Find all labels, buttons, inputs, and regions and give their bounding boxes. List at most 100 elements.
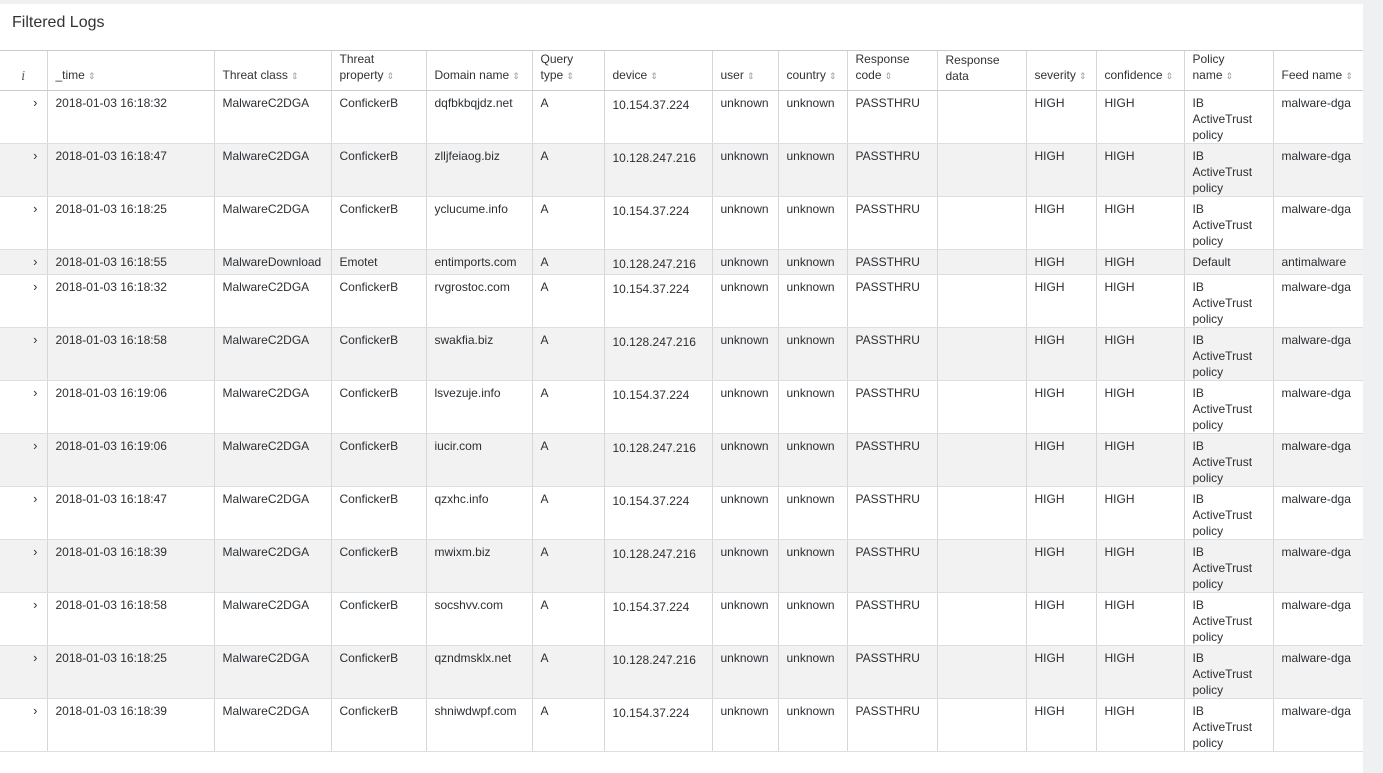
cell-user: unknown <box>711 196 778 250</box>
cell-response-data <box>936 592 1026 646</box>
sort-icon[interactable]: ⇕ <box>829 71 837 81</box>
chevron-right-icon[interactable]: › <box>0 90 47 144</box>
table-row[interactable]: › 2018-01-03 16:18:39 MalwareC2DGA Conficke… <box>0 539 1363 593</box>
cell-user: unknown <box>711 698 778 752</box>
sort-icon[interactable]: ⇕ <box>566 71 574 81</box>
column-header-confidence[interactable]: confidence ⇕ <box>1095 50 1184 91</box>
cell-query-type: A <box>531 249 604 275</box>
cell-domain-name: iucir.com <box>425 433 532 487</box>
column-header-query-type[interactable]: Query type ⇕ <box>531 50 604 91</box>
table-row[interactable]: › 2018-01-03 16:18:47 MalwareC2DGA Conficke… <box>0 143 1363 197</box>
header-label: Policy name <box>1192 52 1225 82</box>
chevron-right-icon[interactable]: › <box>0 698 47 752</box>
cell-feed-name: malware-dga <box>1272 327 1363 381</box>
chevron-right-icon[interactable]: › <box>0 249 47 275</box>
column-header-time[interactable]: _time ⇕ <box>46 50 214 91</box>
table-row[interactable]: › 2018-01-03 16:18:25 MalwareC2DGA Conficke… <box>0 196 1363 250</box>
cell-country: unknown <box>777 90 847 144</box>
sort-icon[interactable]: ⇕ <box>650 71 658 81</box>
table-row[interactable]: › 2018-01-03 16:18:32 MalwareC2DGA Conficke… <box>0 90 1363 144</box>
table-row[interactable]: › 2018-01-03 16:19:06 MalwareC2DGA Conficke… <box>0 380 1363 434</box>
column-header-country[interactable]: country ⇕ <box>777 50 847 91</box>
table-row[interactable]: › 2018-01-03 16:18:58 MalwareC2DGA Conficke… <box>0 592 1363 646</box>
cell-threat-class: MalwareC2DGA <box>213 645 331 699</box>
sort-icon[interactable]: ⇕ <box>291 71 299 81</box>
table-row[interactable]: › 2018-01-03 16:18:47 MalwareC2DGA Conficke… <box>0 486 1363 540</box>
cell-domain-name: entimports.com <box>425 249 532 275</box>
cell-threat-property: ConfickerB <box>330 274 426 328</box>
cell-confidence: HIGH <box>1095 274 1184 328</box>
column-header-domain-name[interactable]: Domain name ⇕ <box>425 50 532 91</box>
column-header-response-data[interactable]: Response data <box>936 50 1026 91</box>
sort-icon[interactable]: ⇕ <box>1079 71 1087 81</box>
table-row[interactable]: › 2018-01-03 16:19:06 MalwareC2DGA Conficke… <box>0 433 1363 487</box>
header-label: Feed name <box>1281 68 1343 82</box>
cell-device: 10.154.37.224 <box>603 274 712 328</box>
table-row[interactable]: › 2018-01-03 16:18:32 MalwareC2DGA Conficke… <box>0 274 1363 328</box>
cell-threat-class: MalwareC2DGA <box>213 433 331 487</box>
column-header-user[interactable]: user ⇕ <box>711 50 778 91</box>
sort-icon[interactable]: ⇕ <box>747 71 755 81</box>
cell-response-data <box>936 645 1026 699</box>
filtered-logs-panel: Filtered Logs i _time ⇕ Threat class ⇕ Thr… <box>0 4 1363 773</box>
cell-response-data <box>936 539 1026 593</box>
cell-feed-name: malware-dga <box>1272 274 1363 328</box>
cell-response-code: PASSTHRU <box>846 539 937 593</box>
header-label: Threat property <box>339 52 384 82</box>
logs-table: i _time ⇕ Threat class ⇕ Threat property ⇕ … <box>0 50 1363 752</box>
column-header-threat-class[interactable]: Threat class ⇕ <box>213 50 331 91</box>
cell-severity: HIGH <box>1025 539 1096 593</box>
cell-threat-property: ConfickerB <box>330 698 426 752</box>
cell-country: unknown <box>777 486 847 540</box>
cell-device: 10.154.37.224 <box>603 592 712 646</box>
table-row[interactable]: › 2018-01-03 16:18:25 MalwareC2DGA Conficke… <box>0 645 1363 699</box>
chevron-right-icon[interactable]: › <box>0 539 47 593</box>
column-header-feed-name[interactable]: Feed name ⇕ <box>1272 50 1363 91</box>
header-row: i _time ⇕ Threat class ⇕ Threat property ⇕ … <box>0 50 1363 91</box>
cell-time: 2018-01-03 16:19:06 <box>46 433 214 487</box>
panel-title: Filtered Logs <box>12 14 105 31</box>
cell-threat-property: ConfickerB <box>330 486 426 540</box>
cell-time: 2018-01-03 16:18:25 <box>46 196 214 250</box>
chevron-right-icon[interactable]: › <box>0 143 47 197</box>
chevron-right-icon[interactable]: › <box>0 327 47 381</box>
cell-threat-property: ConfickerB <box>330 90 426 144</box>
table-row[interactable]: › 2018-01-03 16:18:58 MalwareC2DGA Conficke… <box>0 327 1363 381</box>
sort-icon[interactable]: ⇕ <box>1345 71 1353 81</box>
column-header-severity[interactable]: severity ⇕ <box>1025 50 1096 91</box>
cell-country: unknown <box>777 143 847 197</box>
chevron-right-icon[interactable]: › <box>0 645 47 699</box>
cell-time: 2018-01-03 16:18:32 <box>46 90 214 144</box>
cell-response-code: PASSTHRU <box>846 249 937 275</box>
sort-icon[interactable]: ⇕ <box>1166 71 1174 81</box>
sort-icon[interactable]: ⇕ <box>387 71 395 81</box>
cell-response-data <box>936 90 1026 144</box>
cell-policy-name: IB ActiveTrust policy <box>1183 698 1273 752</box>
cell-domain-name: socshvv.com <box>425 592 532 646</box>
cell-query-type: A <box>531 380 604 434</box>
sort-icon[interactable]: ⇕ <box>88 71 96 81</box>
table-row[interactable]: › 2018-01-03 16:18:39 MalwareC2DGA Conficke… <box>0 698 1363 752</box>
chevron-right-icon[interactable]: › <box>0 433 47 487</box>
cell-time: 2018-01-03 16:18:58 <box>46 327 214 381</box>
column-header-policy-name[interactable]: Policy name ⇕ <box>1183 50 1273 91</box>
column-header-response-code[interactable]: Response code ⇕ <box>846 50 937 91</box>
chevron-right-icon[interactable]: › <box>0 380 47 434</box>
cell-threat-class: MalwareC2DGA <box>213 90 331 144</box>
chevron-right-icon[interactable]: › <box>0 592 47 646</box>
sort-icon[interactable]: ⇕ <box>1226 71 1234 81</box>
column-header-device[interactable]: device ⇕ <box>603 50 712 91</box>
chevron-right-icon[interactable]: › <box>0 274 47 328</box>
cell-confidence: HIGH <box>1095 196 1184 250</box>
table-row[interactable]: › 2018-01-03 16:18:55 MalwareDownload Emote… <box>0 249 1363 275</box>
cell-feed-name: malware-dga <box>1272 380 1363 434</box>
cell-threat-property: ConfickerB <box>330 196 426 250</box>
column-header-threat-property[interactable]: Threat property ⇕ <box>330 50 426 91</box>
sort-icon[interactable]: ⇕ <box>512 71 520 81</box>
header-label: device <box>612 68 648 82</box>
cell-threat-class: MalwareC2DGA <box>213 380 331 434</box>
chevron-right-icon[interactable]: › <box>0 196 47 250</box>
chevron-right-icon[interactable]: › <box>0 486 47 540</box>
sort-icon[interactable]: ⇕ <box>885 71 893 81</box>
cell-user: unknown <box>711 539 778 593</box>
